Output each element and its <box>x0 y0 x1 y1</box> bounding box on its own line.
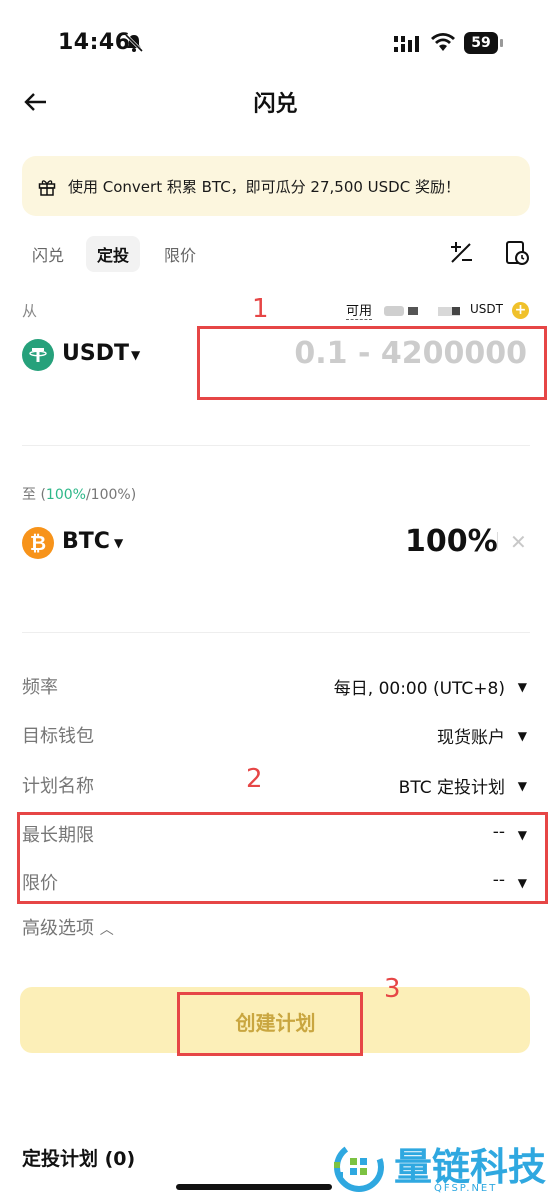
from-coin-name[interactable]: USDT <box>62 341 129 366</box>
order-history-icon[interactable] <box>504 240 530 266</box>
divider <box>22 445 530 446</box>
banner-text: 使用 Convert 积累 BTC，即可瓜分 27,500 USDC 奖励！ <box>68 178 460 196</box>
plan-name-value[interactable]: BTC 定投计划 <box>399 773 505 798</box>
plan-name-label: 计划名称 <box>22 776 94 797</box>
btc-coin-icon: ₿ <box>22 527 54 559</box>
available-currency: USDT <box>470 302 503 316</box>
add-funds-icon[interactable]: + <box>512 302 529 319</box>
annotation-box-1 <box>197 326 547 400</box>
page-title: 闪兑 <box>253 92 298 117</box>
battery-icon: 59 <box>464 32 504 54</box>
watermark-subtext: QFSP.NET <box>434 1183 498 1194</box>
tab-limit[interactable]: 限价 <box>164 242 196 266</box>
from-label: 从 <box>22 302 38 320</box>
hidden-balance <box>384 306 404 316</box>
watermark-logo <box>334 1142 384 1192</box>
chevron-down-icon[interactable]: ▼ <box>518 779 527 793</box>
from-coin-dropdown-icon[interactable]: ▼ <box>131 348 140 362</box>
usdt-coin-icon <box>22 339 54 371</box>
recurring-plans-heading[interactable]: 定投计划 (0) <box>22 1144 135 1171</box>
annotation-box-2 <box>17 812 548 904</box>
chevron-up-icon: ︿ <box>99 922 114 938</box>
cellular-signal-icon <box>394 36 419 52</box>
status-time: 14:46 <box>58 30 131 55</box>
available-label[interactable]: 可用 <box>346 300 373 320</box>
advanced-options-toggle[interactable]: 高级选项 ︿ <box>22 914 114 940</box>
bell-muted-icon <box>124 33 144 53</box>
wifi-icon <box>431 33 455 51</box>
to-label: 至 (100%/100%) <box>22 487 137 503</box>
annotation-box-3 <box>177 992 363 1056</box>
target-wallet-label: 目标钱包 <box>22 726 94 747</box>
battery-level: 59 <box>464 32 498 54</box>
tab-recurring[interactable]: 定投 <box>86 236 141 272</box>
frequency-label: 频率 <box>22 677 58 698</box>
tab-flash-convert[interactable]: 闪兑 <box>32 242 64 266</box>
gift-icon <box>38 180 56 196</box>
hidden-balance-mark-2 <box>452 307 460 315</box>
home-indicator[interactable] <box>176 1184 332 1190</box>
hidden-balance-mark <box>408 307 418 315</box>
allocation-percent[interactable]: 100% <box>405 524 498 559</box>
annotation-number-2: 2 <box>246 764 263 794</box>
to-coin-dropdown-icon[interactable]: ▼ <box>114 536 123 550</box>
frequency-value[interactable]: 每日, 00:00 (UTC+8) <box>334 674 505 699</box>
plus-minus-icon[interactable] <box>448 240 474 266</box>
divider <box>497 532 498 550</box>
annotation-number-3: 3 <box>384 974 401 1004</box>
to-coin-name[interactable]: BTC <box>62 529 110 554</box>
chevron-down-icon[interactable]: ▼ <box>518 680 527 694</box>
chevron-down-icon[interactable]: ▼ <box>518 729 527 743</box>
close-icon[interactable]: ✕ <box>510 530 527 554</box>
annotation-number-1: 1 <box>252 294 269 324</box>
divider <box>22 632 530 633</box>
target-wallet-value[interactable]: 现货账户 <box>437 723 505 748</box>
